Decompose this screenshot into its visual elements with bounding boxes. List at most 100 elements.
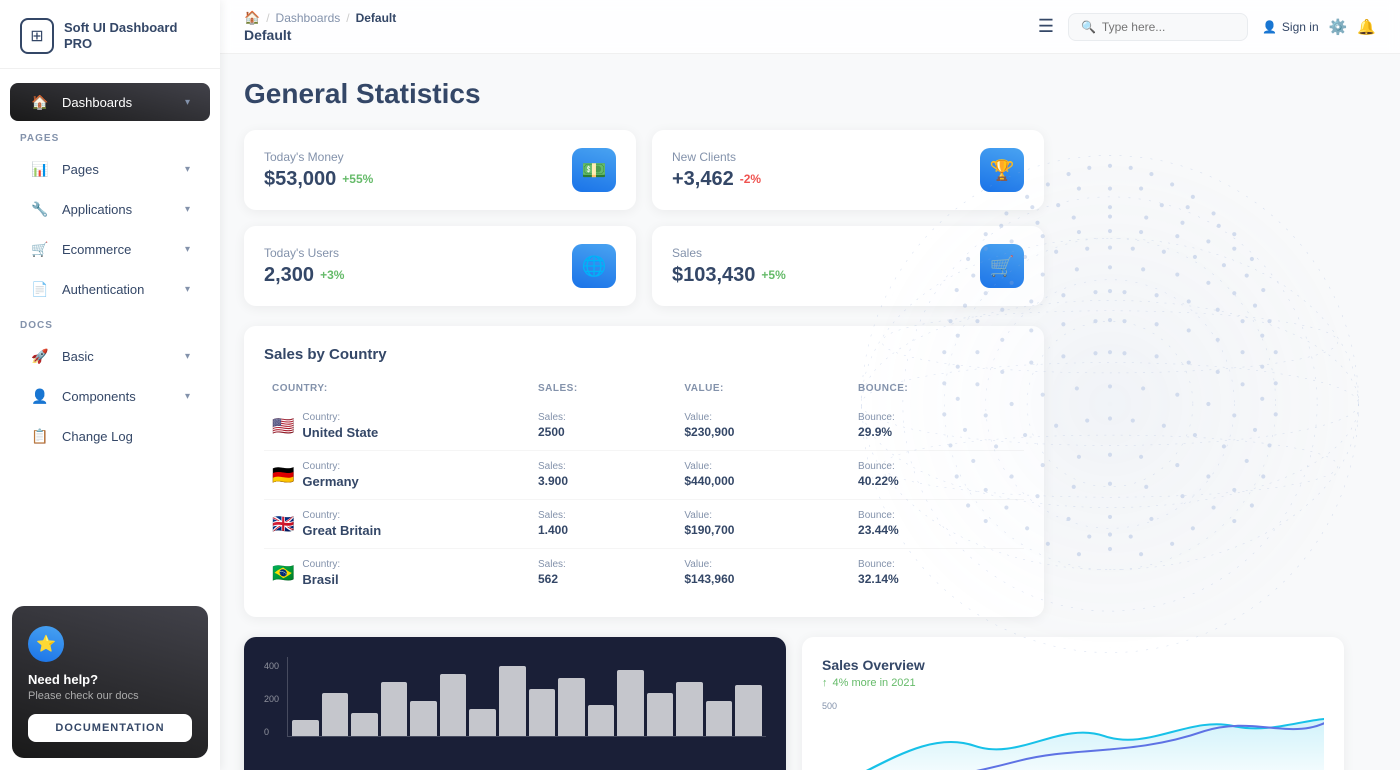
chevron-icon: ▾ <box>185 351 190 362</box>
bar <box>322 693 349 736</box>
search-icon: 🔍 <box>1081 20 1096 34</box>
line-chart: 500 400 <box>822 701 1324 770</box>
country-cell: 🇧🇷 Country: Brasil <box>264 549 530 598</box>
value-cell: Value: $230,900 <box>676 402 850 451</box>
sales-overview-sub: ↑ 4% more in 2021 <box>822 677 1324 689</box>
search-box[interactable]: 🔍 <box>1068 13 1248 41</box>
sidebar-item-authentication[interactable]: 📄 Authentication ▾ <box>10 270 210 308</box>
sidebar-item-pages[interactable]: 📊 Pages ▾ <box>10 150 210 188</box>
hamburger-button[interactable]: ☰ <box>1038 16 1054 37</box>
stat-label: Today's Users <box>264 246 344 260</box>
sidebar-item-changelog[interactable]: 📋 Change Log <box>10 417 210 455</box>
stat-card-clients-info: New Clients +3,462 -2% <box>672 150 761 191</box>
bar <box>647 693 674 736</box>
sales-cell: Sales: 1.400 <box>530 500 676 549</box>
chevron-icon: ▾ <box>185 204 190 215</box>
stat-icon-clients: 🏆 <box>980 148 1024 192</box>
stat-value: 2,300 +3% <box>264 264 344 287</box>
content-area: General Statistics Today's Money $53,000… <box>220 54 1400 770</box>
table-row: 🇺🇸 Country: United State Sales: 2500 Val… <box>264 402 1024 451</box>
basic-icon: 🚀 <box>30 346 50 366</box>
bar <box>617 670 644 736</box>
sidebar-item-basic[interactable]: 🚀 Basic ▾ <box>10 337 210 375</box>
cart-icon: 🛒 <box>990 254 1015 279</box>
bar <box>558 678 585 736</box>
stat-card-sales: Sales $103,430 +5% 🛒 <box>652 226 1044 306</box>
section-title: Sales by Country <box>264 346 1024 363</box>
stat-card-clients: New Clients +3,462 -2% 🏆 <box>652 130 1044 210</box>
sidebar-item-ecommerce[interactable]: 🛒 Ecommerce ▾ <box>10 230 210 268</box>
col-header-country: Country: <box>264 379 530 402</box>
bar <box>588 705 615 736</box>
money-icon: 💵 <box>582 158 607 183</box>
sidebar-item-components[interactable]: 👤 Components ▾ <box>10 377 210 415</box>
stat-value: $103,430 +5% <box>672 264 786 287</box>
y-label-400: 400 <box>264 661 279 671</box>
stat-icon-users: 🌐 <box>572 244 616 288</box>
stat-card-money-info: Today's Money $53,000 +55% <box>264 150 373 191</box>
value-cell: Value: $440,000 <box>676 451 850 500</box>
sales-by-country-section: Sales by Country Country: Sales: Value: … <box>244 326 1044 617</box>
signin-label: Sign in <box>1282 20 1319 34</box>
bar <box>440 674 467 736</box>
chevron-icon: ▾ <box>185 391 190 402</box>
bar <box>410 701 437 736</box>
stat-change: +55% <box>342 172 373 186</box>
documentation-button[interactable]: DOCUMENTATION <box>28 714 192 742</box>
help-box: ⭐ Need help? Please check our docs DOCUM… <box>12 606 208 758</box>
bar <box>735 685 762 736</box>
bar <box>292 720 319 736</box>
stat-label: Today's Money <box>264 150 373 164</box>
sidebar-item-applications[interactable]: 🔧 Applications ▾ <box>10 190 210 228</box>
sidebar-item-label: Pages <box>62 162 99 177</box>
signin-button[interactable]: 👤 Sign in <box>1262 20 1319 34</box>
chevron-icon: ▾ <box>185 244 190 255</box>
stat-card-users: Today's Users 2,300 +3% 🌐 <box>244 226 636 306</box>
home-icon: 🏠 <box>244 10 260 26</box>
bounce-cell: Bounce: 23.44% <box>850 500 1024 549</box>
breadcrumb-dashboards[interactable]: Dashboards <box>276 11 341 25</box>
sidebar-nav: 🏠 Dashboards ▾ PAGES 📊 Pages ▾ 🔧 Applica… <box>0 69 220 594</box>
sales-cell: Sales: 2500 <box>530 402 676 451</box>
help-subtitle: Please check our docs <box>28 690 192 702</box>
country-cell: 🇩🇪 Country: Germany <box>264 451 530 500</box>
bar-chart <box>287 657 766 737</box>
settings-icon[interactable]: ⚙️ <box>1329 18 1348 36</box>
col-header-bounce: Bounce: <box>850 379 1024 402</box>
table-row: 🇬🇧 Country: Great Britain Sales: 1.400 V… <box>264 500 1024 549</box>
main-content: 🏠 / Dashboards / Default Default ☰ 🔍 👤 S… <box>220 0 1400 770</box>
bar <box>469 709 496 736</box>
chevron-icon: ▾ <box>185 164 190 175</box>
notifications-icon[interactable]: 🔔 <box>1357 18 1376 36</box>
bar <box>676 682 703 736</box>
y-label-200: 200 <box>264 694 279 704</box>
stat-change: +3% <box>320 268 344 282</box>
sales-overview-subtitle: 4% more in 2021 <box>833 677 916 689</box>
stat-number: +3,462 <box>672 168 734 191</box>
sidebar-item-label: Dashboards <box>62 95 132 110</box>
sales-overview-card: Sales Overview ↑ 4% more in 2021 500 400 <box>802 637 1344 770</box>
line-chart-svg <box>846 701 1324 770</box>
bottom-charts: 400 200 0 Sales Overview ↑ 4% more in 20… <box>244 637 1344 770</box>
bar <box>499 666 526 736</box>
components-icon: 👤 <box>30 386 50 406</box>
value-cell: Value: $143,960 <box>676 549 850 598</box>
help-title: Need help? <box>28 672 192 687</box>
auth-icon: 📄 <box>30 279 50 299</box>
user-icon: 👤 <box>1262 20 1277 34</box>
chevron-icon: ▾ <box>185 284 190 295</box>
sidebar: ⊞ Soft UI Dashboard PRO 🏠 Dashboards ▾ P… <box>0 0 220 770</box>
chevron-icon: ▾ <box>185 97 190 108</box>
header-right: ☰ 🔍 👤 Sign in ⚙️ 🔔 <box>1038 13 1376 41</box>
sidebar-item-label: Ecommerce <box>62 242 131 257</box>
sidebar-item-label: Change Log <box>62 429 133 444</box>
col-header-value: Value: <box>676 379 850 402</box>
breadcrumb-current: Default <box>356 11 397 25</box>
stat-icon-money: 💵 <box>572 148 616 192</box>
table-row: 🇩🇪 Country: Germany Sales: 3.900 Value: … <box>264 451 1024 500</box>
trophy-icon: 🏆 <box>990 158 1015 183</box>
sidebar-item-dashboards[interactable]: 🏠 Dashboards ▾ <box>10 83 210 121</box>
page-title: Default <box>244 27 396 43</box>
sales-y-labels: 500 400 <box>822 701 837 770</box>
search-input[interactable] <box>1102 20 1232 34</box>
